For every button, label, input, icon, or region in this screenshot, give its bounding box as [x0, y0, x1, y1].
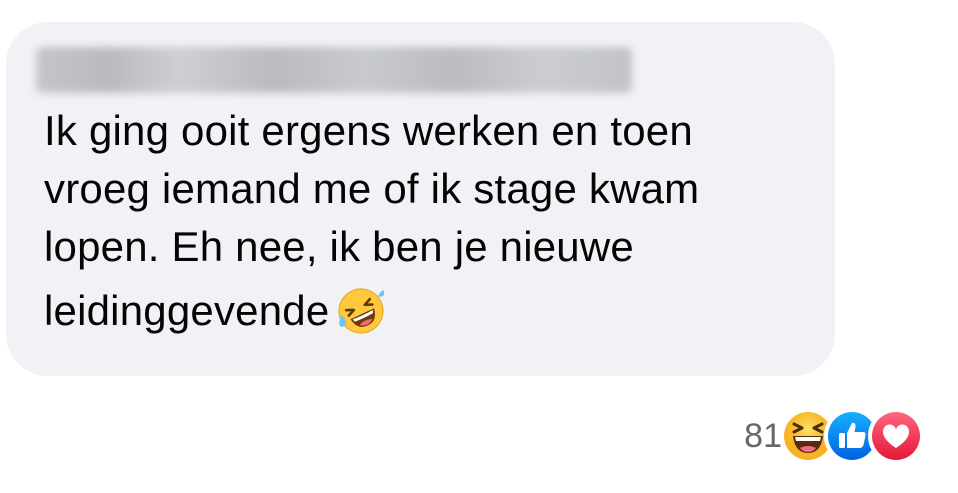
love-reaction-icon [868, 408, 924, 464]
reactions-summary[interactable]: 81 [744, 408, 924, 464]
rolling-on-floor-laughing-emoji-icon [335, 285, 387, 337]
comment-bubble: Ik ging ooit ergens werken en toen vroeg… [6, 22, 835, 376]
comment-text-line: lopen. Eh nee, ik ben je nieuwe [44, 223, 634, 270]
comment-text-line: vroeg iemand me of ik stage kwam [44, 165, 700, 212]
comment-author-name-blurred[interactable] [36, 47, 632, 93]
reaction-count[interactable]: 81 [744, 417, 782, 456]
comment-text-line-last: leidinggevende [44, 282, 824, 340]
comment-text: Ik ging ooit ergens werken en toen vroeg… [44, 102, 824, 340]
comment-text-line: leidinggevende [44, 287, 330, 334]
comment-text-line: Ik ging ooit ergens werken en toen [44, 107, 693, 154]
